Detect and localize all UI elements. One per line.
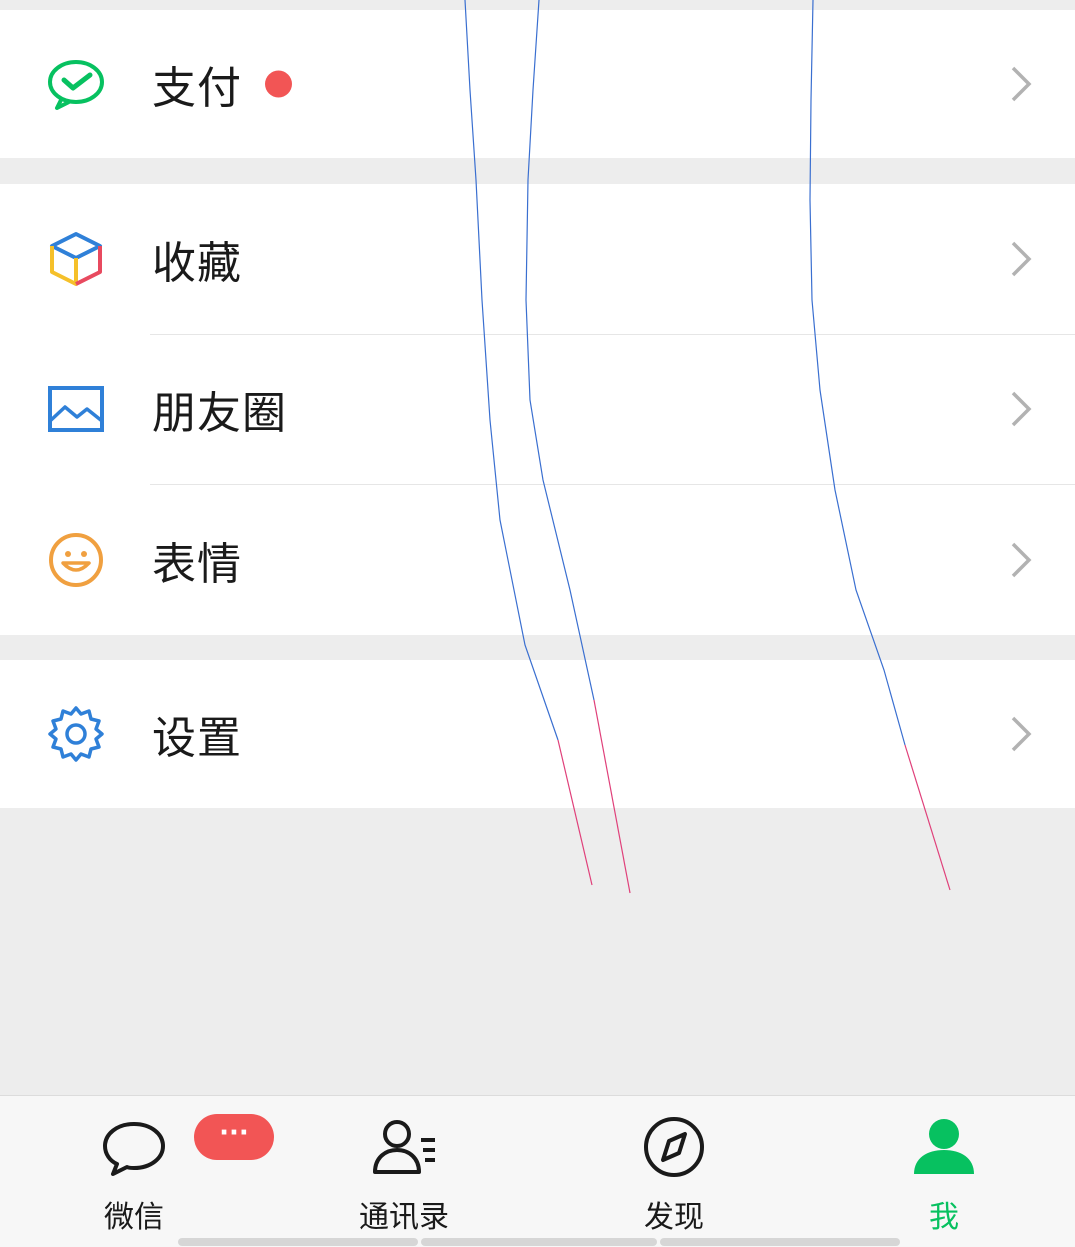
tab-contacts[interactable]: 通讯录 xyxy=(314,1096,494,1247)
menu-item-label: 收藏 xyxy=(152,238,242,289)
chevron-right-icon xyxy=(1011,542,1032,577)
menu-item-label: 设置 xyxy=(152,713,242,764)
person-icon xyxy=(914,1119,974,1174)
chevron-right-icon xyxy=(1011,391,1032,427)
menu-item-stickers[interactable]: 表情 xyxy=(0,484,1075,635)
smiley-icon xyxy=(46,530,106,590)
tab-me[interactable]: 我 xyxy=(854,1096,1034,1247)
contacts-icon xyxy=(373,1120,435,1174)
chevron-right-icon xyxy=(1011,241,1032,277)
pay-section: 支付 xyxy=(0,10,1075,158)
wechat-pay-icon xyxy=(46,54,106,114)
menu-item-label: 支付 xyxy=(152,63,242,114)
tab-label: 通讯录 xyxy=(359,1200,449,1235)
compass-icon xyxy=(644,1117,704,1177)
bottom-tab-bar: ··· 微信 通讯录 发现 我 xyxy=(0,1095,1075,1247)
home-indicator xyxy=(421,1238,657,1246)
red-dot-badge xyxy=(265,70,292,98)
cube-icon xyxy=(46,229,106,289)
menu-item-pay[interactable]: 支付 xyxy=(0,10,1075,158)
tab-label: 发现 xyxy=(644,1200,704,1235)
menu-item-label: 朋友圈 xyxy=(152,388,287,439)
gear-icon xyxy=(46,704,106,764)
menu-item-label: 表情 xyxy=(152,538,242,590)
menu-item-moments[interactable]: 朋友圈 xyxy=(0,334,1075,484)
menu-item-favorites[interactable]: 收藏 xyxy=(0,184,1075,334)
picture-icon xyxy=(46,379,106,439)
features-section: 收藏 朋友圈 表情 xyxy=(0,184,1075,635)
unread-badge: ··· xyxy=(194,1114,274,1160)
settings-section: 设置 xyxy=(0,660,1075,808)
tab-discover[interactable]: 发现 xyxy=(584,1096,764,1247)
tab-label: 微信 xyxy=(104,1200,164,1235)
menu-item-settings[interactable]: 设置 xyxy=(0,660,1075,808)
chat-bubble-icon xyxy=(103,1122,165,1176)
tab-label: 我 xyxy=(929,1200,959,1235)
chevron-right-icon xyxy=(1011,66,1032,102)
tab-chats[interactable]: ··· 微信 xyxy=(44,1096,274,1247)
home-indicator xyxy=(660,1238,900,1246)
chevron-right-icon xyxy=(1011,716,1032,752)
home-indicator xyxy=(178,1238,418,1246)
